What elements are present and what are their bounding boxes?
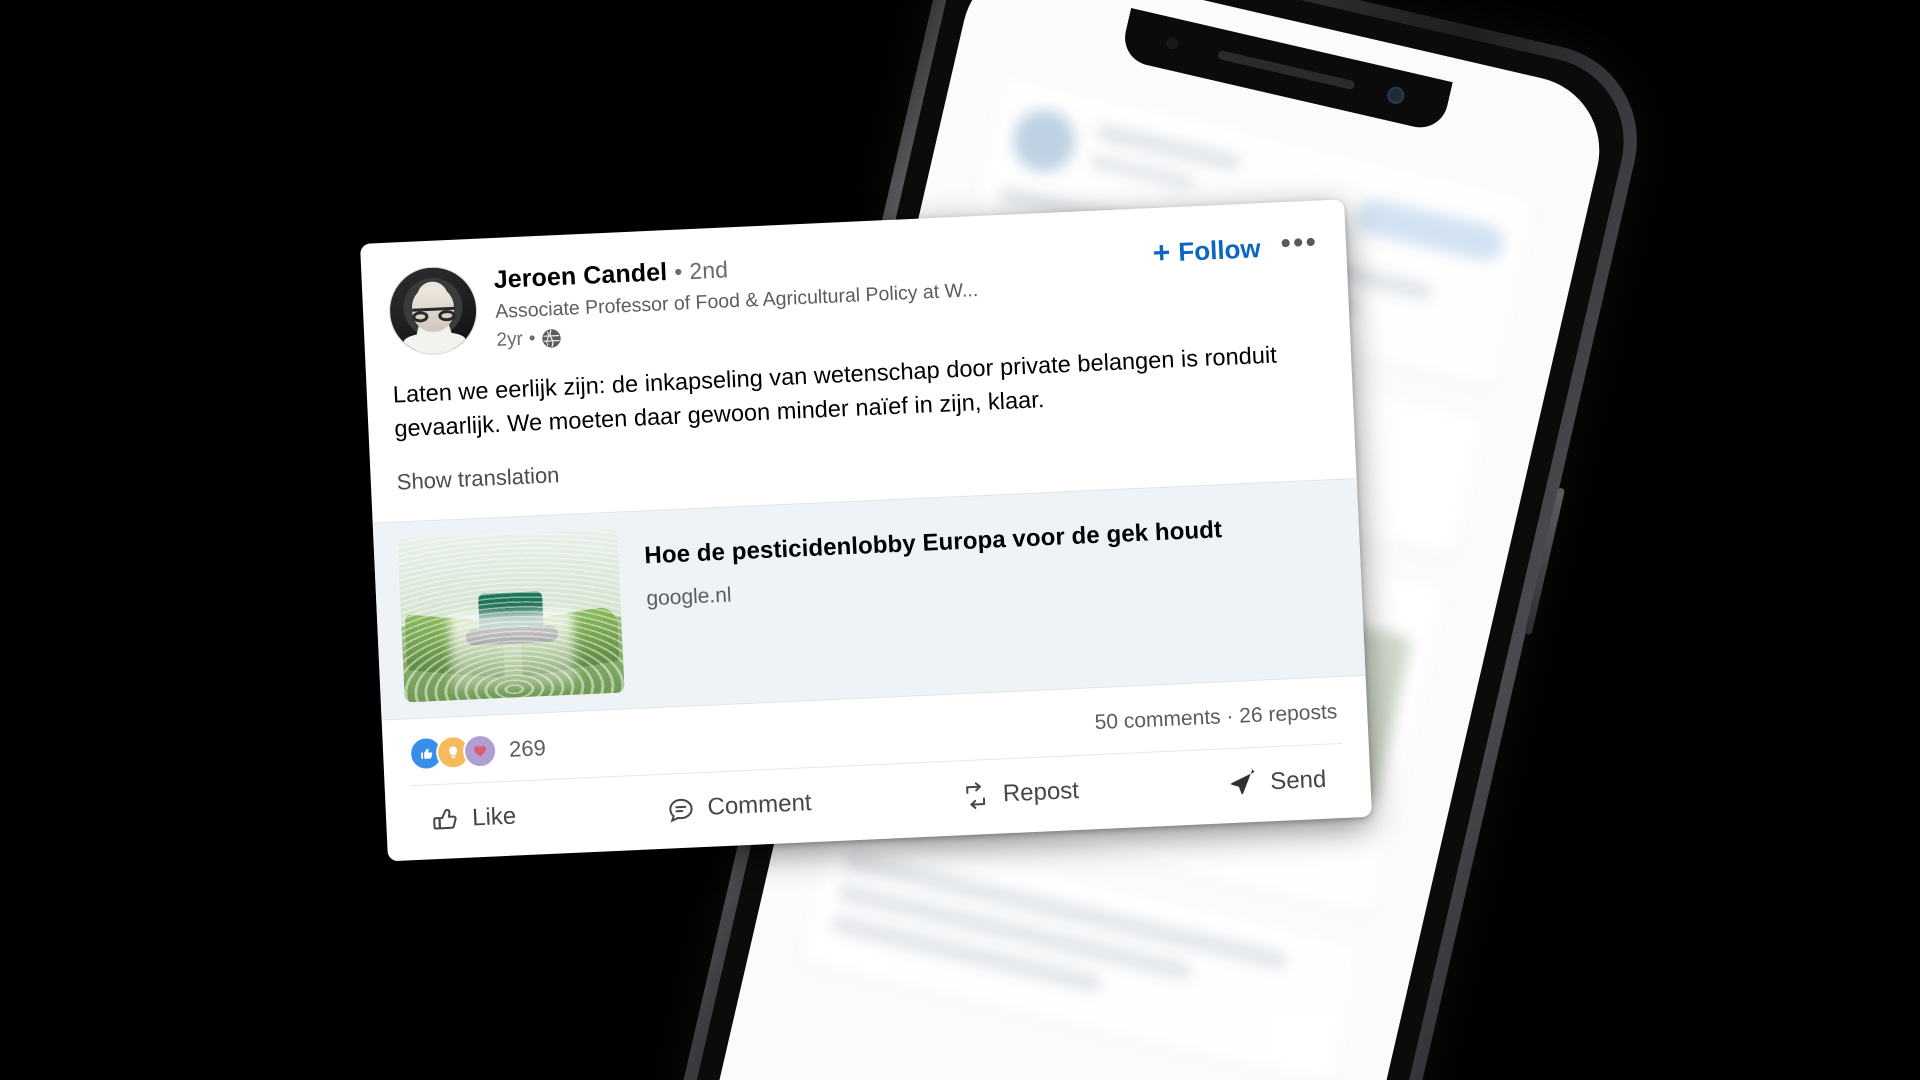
thumb-greenhouse-arches bbox=[397, 528, 625, 703]
earpiece-speaker-icon bbox=[1216, 49, 1356, 91]
comment-label: Comment bbox=[706, 788, 813, 821]
engagement-stats[interactable]: 50 comments · 26 reposts bbox=[1094, 700, 1338, 735]
post-header-actions: + Follow ••• bbox=[1152, 226, 1321, 270]
author-degree: 2nd bbox=[688, 256, 729, 285]
repost-arrows-icon bbox=[960, 780, 991, 811]
thumbs-up-icon bbox=[430, 804, 461, 835]
plus-icon: + bbox=[1152, 235, 1172, 270]
proximity-sensor-icon bbox=[1165, 36, 1180, 51]
connect-button bbox=[1352, 195, 1508, 265]
avatar-glasses-icon bbox=[411, 306, 455, 318]
degree-separator: • bbox=[673, 258, 683, 285]
follow-label: Follow bbox=[1177, 233, 1262, 267]
avatar bbox=[1006, 103, 1082, 179]
like-label: Like bbox=[471, 802, 517, 832]
screenshot-stage: Jeroen Candel • 2nd Associate Professor … bbox=[0, 0, 1920, 1080]
love-reaction-icon bbox=[462, 733, 498, 769]
linkedin-post-card: Jeroen Candel • 2nd Associate Professor … bbox=[360, 199, 1373, 862]
follow-button[interactable]: + Follow bbox=[1152, 233, 1261, 269]
repost-label: Repost bbox=[1002, 776, 1080, 808]
post-timestamp: 2yr bbox=[496, 328, 524, 352]
comment-button[interactable]: Comment bbox=[659, 784, 819, 829]
like-button[interactable]: Like bbox=[423, 797, 523, 839]
avatar-shirt bbox=[403, 331, 466, 356]
front-camera-icon bbox=[1385, 85, 1407, 106]
show-translation-link[interactable]: Show translation bbox=[369, 437, 587, 523]
paper-plane-icon bbox=[1228, 768, 1259, 799]
comment-bubble-icon bbox=[665, 793, 696, 824]
ellipsis-icon[interactable]: ••• bbox=[1278, 226, 1320, 261]
greenhouse-pesticide-spraying-thumbnail bbox=[397, 528, 625, 703]
globe-icon bbox=[541, 328, 562, 349]
send-label: Send bbox=[1269, 765, 1327, 796]
send-button[interactable]: Send bbox=[1221, 760, 1333, 803]
author-name: Jeroen Candel bbox=[493, 258, 668, 294]
meta-separator: • bbox=[528, 328, 537, 350]
repost-button[interactable]: Repost bbox=[954, 772, 1086, 816]
link-preview-meta: Hoe de pesticidenlobby Europa voor de ge… bbox=[616, 479, 1365, 708]
author-avatar[interactable] bbox=[387, 264, 480, 357]
reaction-count: 269 bbox=[508, 734, 547, 762]
reactions-group[interactable]: 269 bbox=[408, 731, 547, 772]
